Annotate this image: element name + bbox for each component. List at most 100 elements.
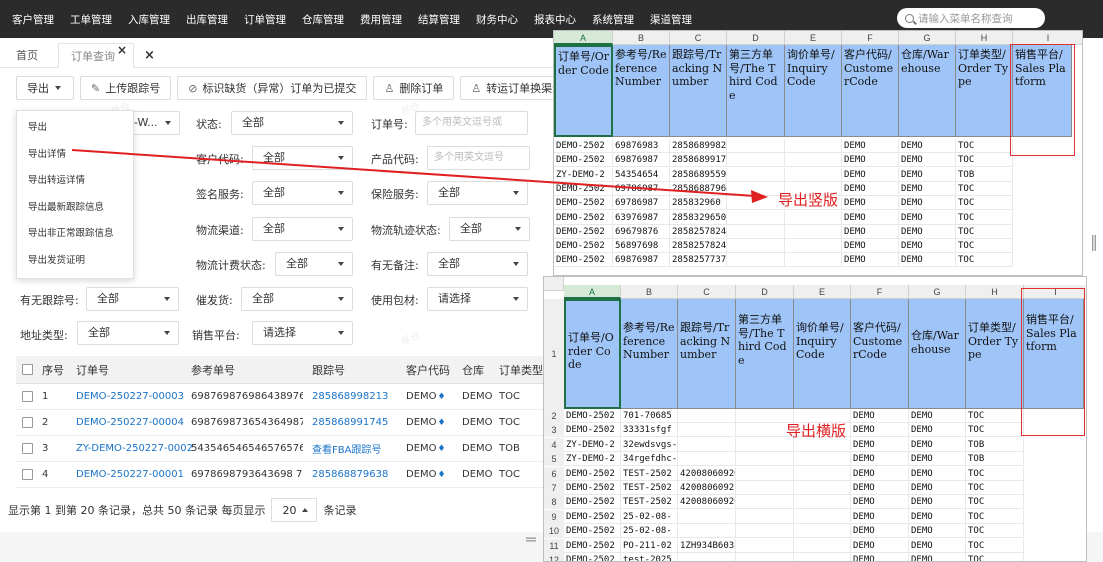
sheet-cell[interactable]: 285832960 <box>670 196 727 211</box>
sheet-cell[interactable]: DEMO <box>899 139 956 153</box>
status-select[interactable]: 全部 <box>231 111 353 135</box>
tab-order-query[interactable]: 订单查询 × <box>58 43 134 68</box>
sheet-cell[interactable] <box>785 167 842 182</box>
sheet-cell[interactable]: 285868998213 <box>670 139 727 153</box>
column-header[interactable]: H <box>966 285 1024 299</box>
nav-settlement-management[interactable]: 结算管理 <box>410 12 468 27</box>
tab-home[interactable]: 首页 <box>16 43 38 68</box>
menu-item-export-abnormal-tracking[interactable]: 导出非正常跟踪信息 <box>17 221 133 248</box>
sheet-cell[interactable] <box>678 409 736 423</box>
insurance-select[interactable]: 全部 <box>427 181 528 205</box>
column-header[interactable]: F <box>851 285 909 299</box>
sheet-cell[interactable] <box>785 153 842 168</box>
sheet-cell[interactable]: DEMO-2502 <box>564 466 621 481</box>
sheet-cell[interactable] <box>727 253 785 268</box>
sheet-cell[interactable]: DEMO <box>851 524 909 539</box>
sheet-cell[interactable] <box>736 452 794 467</box>
sheet-cell[interactable]: TOC <box>956 253 1013 268</box>
customer-code-select[interactable]: 全部 <box>252 146 353 170</box>
sheet-cell[interactable]: DEMO <box>909 466 966 481</box>
sheet-cell[interactable]: DEMO <box>842 239 899 254</box>
sheet-cell[interactable] <box>727 239 785 254</box>
sheet-cell[interactable]: TOC <box>956 224 1013 239</box>
sheet-cell[interactable]: 25-02-08- <box>621 524 678 539</box>
row-checkbox[interactable] <box>22 443 33 454</box>
sheet-cell[interactable] <box>678 509 736 524</box>
column-header[interactable]: G <box>909 285 966 299</box>
sheet-cell[interactable] <box>785 253 842 268</box>
tracking-link[interactable]: 查看FBA跟踪号 <box>312 436 381 461</box>
sheet-cell[interactable] <box>785 239 842 254</box>
menu-item-export-transfer-detail[interactable]: 导出转运详情 <box>17 168 133 195</box>
order-link[interactable]: DEMO-250227-00004 <box>76 410 184 435</box>
sheet-cell[interactable]: DEMO-2502 <box>554 181 613 196</box>
sheet-cell[interactable] <box>794 509 851 524</box>
column-header[interactable]: C <box>670 31 727 45</box>
nav-report-center[interactable]: 报表中心 <box>526 12 584 27</box>
menu-item-export-detail[interactable]: 导出详情 <box>17 142 133 169</box>
order-link[interactable]: ZY-DEMO-250227-0002 <box>76 436 193 461</box>
nav-customer-management[interactable]: 客户管理 <box>4 12 62 27</box>
sheet-cell[interactable] <box>678 553 736 561</box>
sheet-cell[interactable]: DEMO <box>842 253 899 268</box>
column-header[interactable]: F <box>842 31 899 45</box>
row-checkbox[interactable] <box>22 417 33 428</box>
sheet-cell[interactable] <box>678 437 736 452</box>
sheet-cell[interactable]: DEMO <box>851 495 909 510</box>
sheet-cell[interactable]: DEMO <box>909 452 966 467</box>
close-all-tabs-icon[interactable]: × <box>144 43 155 68</box>
rush-select[interactable]: 全部 <box>241 287 353 311</box>
sheet-cell[interactable]: 34rgefdhc- <box>621 452 678 467</box>
order-no-input[interactable]: 多个用英文逗号或 <box>415 111 528 135</box>
sheet-cell[interactable] <box>794 553 851 561</box>
sheet-cell[interactable]: 69786987 <box>613 181 670 196</box>
header-cell[interactable]: 跟踪号/Tracking Number <box>670 45 727 137</box>
sheet-cell[interactable] <box>736 495 794 510</box>
logistics-fee-select[interactable]: 全部 <box>275 252 353 276</box>
sheet-cell[interactable]: DEMO <box>851 437 909 452</box>
tracking-link[interactable]: 285868998213 <box>312 384 388 409</box>
sheet-cell[interactable]: DEMO-2502 <box>554 253 613 268</box>
sheet-cell[interactable] <box>794 538 851 553</box>
header-cell[interactable]: 参考号/Reference Number <box>613 45 670 137</box>
export-dropdown-button[interactable]: 导出 <box>16 76 74 100</box>
table-row[interactable]: 1 DEMO-250227-00003 69876987698643897693… <box>16 384 546 410</box>
sheet-cell[interactable]: DEMO <box>909 524 966 539</box>
header-cell[interactable]: 询价单号/Inquiry Code <box>785 45 842 137</box>
sheet-cell[interactable]: DEMO-2502 <box>554 210 613 225</box>
header-cell[interactable]: 询价单号/Inquiry Code <box>794 299 851 409</box>
nav-finance-center[interactable]: 财务中心 <box>468 12 526 27</box>
sheet-cell[interactable]: TEST-2502 <box>621 481 678 495</box>
sheet-cell[interactable]: TOC <box>966 495 1024 510</box>
nav-inbound-management[interactable]: 入库管理 <box>120 12 178 27</box>
row-checkbox[interactable] <box>22 391 33 402</box>
sheet-cell[interactable]: DEMO <box>909 409 966 423</box>
sheet-cell[interactable]: DEMO <box>909 423 966 438</box>
column-header[interactable]: D <box>736 285 794 299</box>
sheet-cell[interactable]: DEMO-2502 <box>564 509 621 524</box>
delete-order-button[interactable]: ♙ 删除订单 <box>373 76 455 100</box>
sheet-cell[interactable] <box>727 153 785 168</box>
product-code-input[interactable]: 多个用英文逗号 <box>427 146 530 170</box>
has-tracking-select[interactable]: 全部 <box>86 287 179 311</box>
column-header[interactable]: G <box>899 31 956 45</box>
sheet-cell[interactable]: TEST-2502 <box>621 466 678 481</box>
sheet-cell[interactable]: DEMO <box>851 452 909 467</box>
column-header[interactable]: E <box>794 285 851 299</box>
column-header[interactable]: D <box>727 31 785 45</box>
convert-order-button[interactable]: ♙ 转运订单换渠道 <box>460 76 557 100</box>
sheet-cell[interactable]: TOC <box>966 423 1024 438</box>
sheet-cell[interactable] <box>794 466 851 481</box>
nav-system-management[interactable]: 系统管理 <box>584 12 642 27</box>
sheet-cell[interactable] <box>736 466 794 481</box>
sheet-cell[interactable]: TEST-2502 <box>621 495 678 510</box>
resize-handle-icon[interactable]: ‖ <box>1090 232 1098 251</box>
sheet-cell[interactable]: TOB <box>966 452 1024 467</box>
sheet-cell[interactable]: DEMO-2502 <box>564 538 621 553</box>
sheet-cell[interactable]: DEMO-2502 <box>564 481 621 495</box>
sheet-cell[interactable]: 420080609201903811860000 <box>678 495 736 510</box>
sheet-cell[interactable] <box>678 524 736 539</box>
sheet-cell[interactable]: DEMO <box>851 509 909 524</box>
sheet-cell[interactable]: DEMO-2502 <box>564 524 621 539</box>
sheet-cell[interactable]: TOC <box>956 153 1013 168</box>
